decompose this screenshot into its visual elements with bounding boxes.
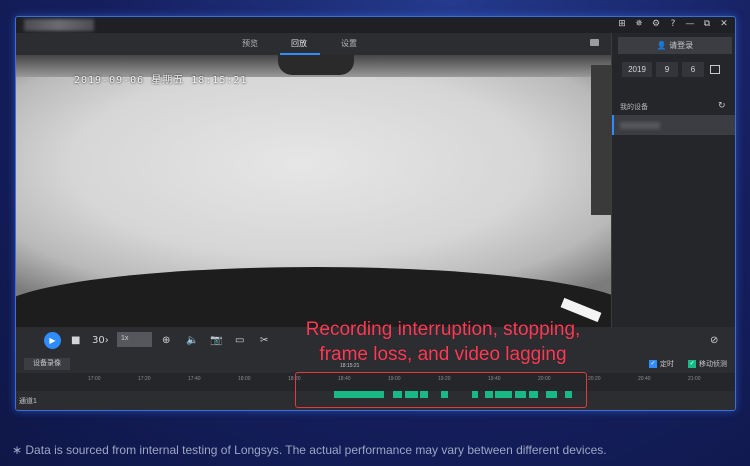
app-title-blurred bbox=[24, 19, 94, 31]
login-button[interactable]: 👤 请登录 bbox=[618, 37, 732, 54]
motion-checkbox[interactable]: ✓ 移动侦测 bbox=[688, 359, 727, 369]
time-tick: 20:40 bbox=[638, 376, 651, 382]
time-tick: 18:00 bbox=[238, 376, 251, 382]
user-icon: 👤 bbox=[656, 41, 670, 50]
devices-heading: 我的设备 bbox=[620, 104, 648, 111]
date-picker: 2019 9 6 bbox=[622, 62, 704, 77]
video-player[interactable]: 2019-09-06 星期五 18:15:21 bbox=[16, 55, 611, 327]
refresh-icon[interactable]: ↻ bbox=[718, 101, 726, 111]
help-icon[interactable]: ? bbox=[668, 19, 678, 29]
speed-select[interactable]: 1x bbox=[117, 332, 152, 347]
time-tick: 20:20 bbox=[588, 376, 601, 382]
rearview-mirror bbox=[278, 55, 354, 75]
check-icon: ✓ bbox=[649, 360, 657, 368]
folder-icon[interactable] bbox=[590, 39, 599, 46]
no-audio-icon[interactable]: ⊘ bbox=[710, 335, 718, 346]
check-icon: ✓ bbox=[688, 360, 696, 368]
annotation-line-1: Recording interruption, stopping, bbox=[305, 319, 581, 340]
mode-label: 30 bbox=[92, 335, 105, 346]
restore-icon[interactable]: ⧉ bbox=[702, 19, 712, 29]
tab-settings[interactable]: 设置 bbox=[341, 38, 357, 49]
device-name-blurred bbox=[620, 122, 660, 129]
month-field[interactable]: 9 bbox=[656, 62, 678, 77]
calendar-icon[interactable] bbox=[710, 65, 720, 74]
a-pillar bbox=[591, 65, 611, 215]
brightness-icon[interactable]: ✵ bbox=[634, 19, 644, 29]
device-recording-button[interactable]: 设备录像 bbox=[24, 358, 70, 370]
frame-mode-button[interactable]: 30› bbox=[92, 335, 109, 346]
stop-icon[interactable]: ■ bbox=[71, 335, 80, 346]
minimize-icon[interactable]: — bbox=[685, 19, 695, 29]
tab-playback[interactable]: 回放 bbox=[291, 38, 307, 49]
timed-label: 定时 bbox=[660, 361, 674, 368]
footnote: ∗ Data is sourced from internal testing … bbox=[12, 443, 607, 457]
annotation-line-2: frame loss, and video lagging bbox=[319, 344, 567, 365]
channel-label: 通道1 bbox=[19, 398, 37, 405]
close-icon[interactable]: ✕ bbox=[719, 19, 729, 29]
device-sidebar: 👤 请登录 2019 9 6 我的设备 ↻ bbox=[611, 33, 735, 327]
day-field[interactable]: 6 bbox=[682, 62, 704, 77]
login-label: 请登录 bbox=[669, 41, 694, 50]
zoom-icon[interactable]: ⊕ bbox=[162, 335, 170, 346]
gear-icon[interactable]: ⚙ bbox=[651, 19, 661, 29]
tab-preview[interactable]: 预览 bbox=[242, 38, 258, 49]
camera-icon[interactable]: 📷 bbox=[210, 335, 222, 346]
volume-icon[interactable]: 🔈 bbox=[186, 335, 198, 346]
title-bar: ⊞ ✵ ⚙ ? — ⧉ ✕ bbox=[16, 17, 735, 33]
time-tick: 17:00 bbox=[88, 376, 101, 382]
motion-label: 移动侦测 bbox=[699, 361, 727, 368]
window-controls: ⊞ ✵ ⚙ ? — ⧉ ✕ bbox=[617, 19, 729, 29]
grid-icon[interactable]: ⊞ bbox=[617, 19, 627, 29]
time-tick: 17:40 bbox=[188, 376, 201, 382]
issue-highlight-box bbox=[295, 372, 587, 408]
timed-checkbox[interactable]: ✓ 定时 bbox=[649, 359, 674, 369]
time-tick: 17:20 bbox=[138, 376, 151, 382]
main-nav: 预览 回放 设置 bbox=[16, 33, 611, 55]
video-timestamp: 2019-09-06 星期五 18:15:21 bbox=[74, 75, 248, 86]
year-field[interactable]: 2019 bbox=[622, 62, 652, 77]
device-list-item[interactable] bbox=[612, 115, 735, 135]
play-button[interactable]: ▶ bbox=[44, 332, 61, 349]
time-tick: 21:00 bbox=[688, 376, 701, 382]
record-icon[interactable]: ▭ bbox=[235, 335, 244, 346]
issue-annotation: Recording interruption, stopping, frame … bbox=[268, 317, 618, 367]
